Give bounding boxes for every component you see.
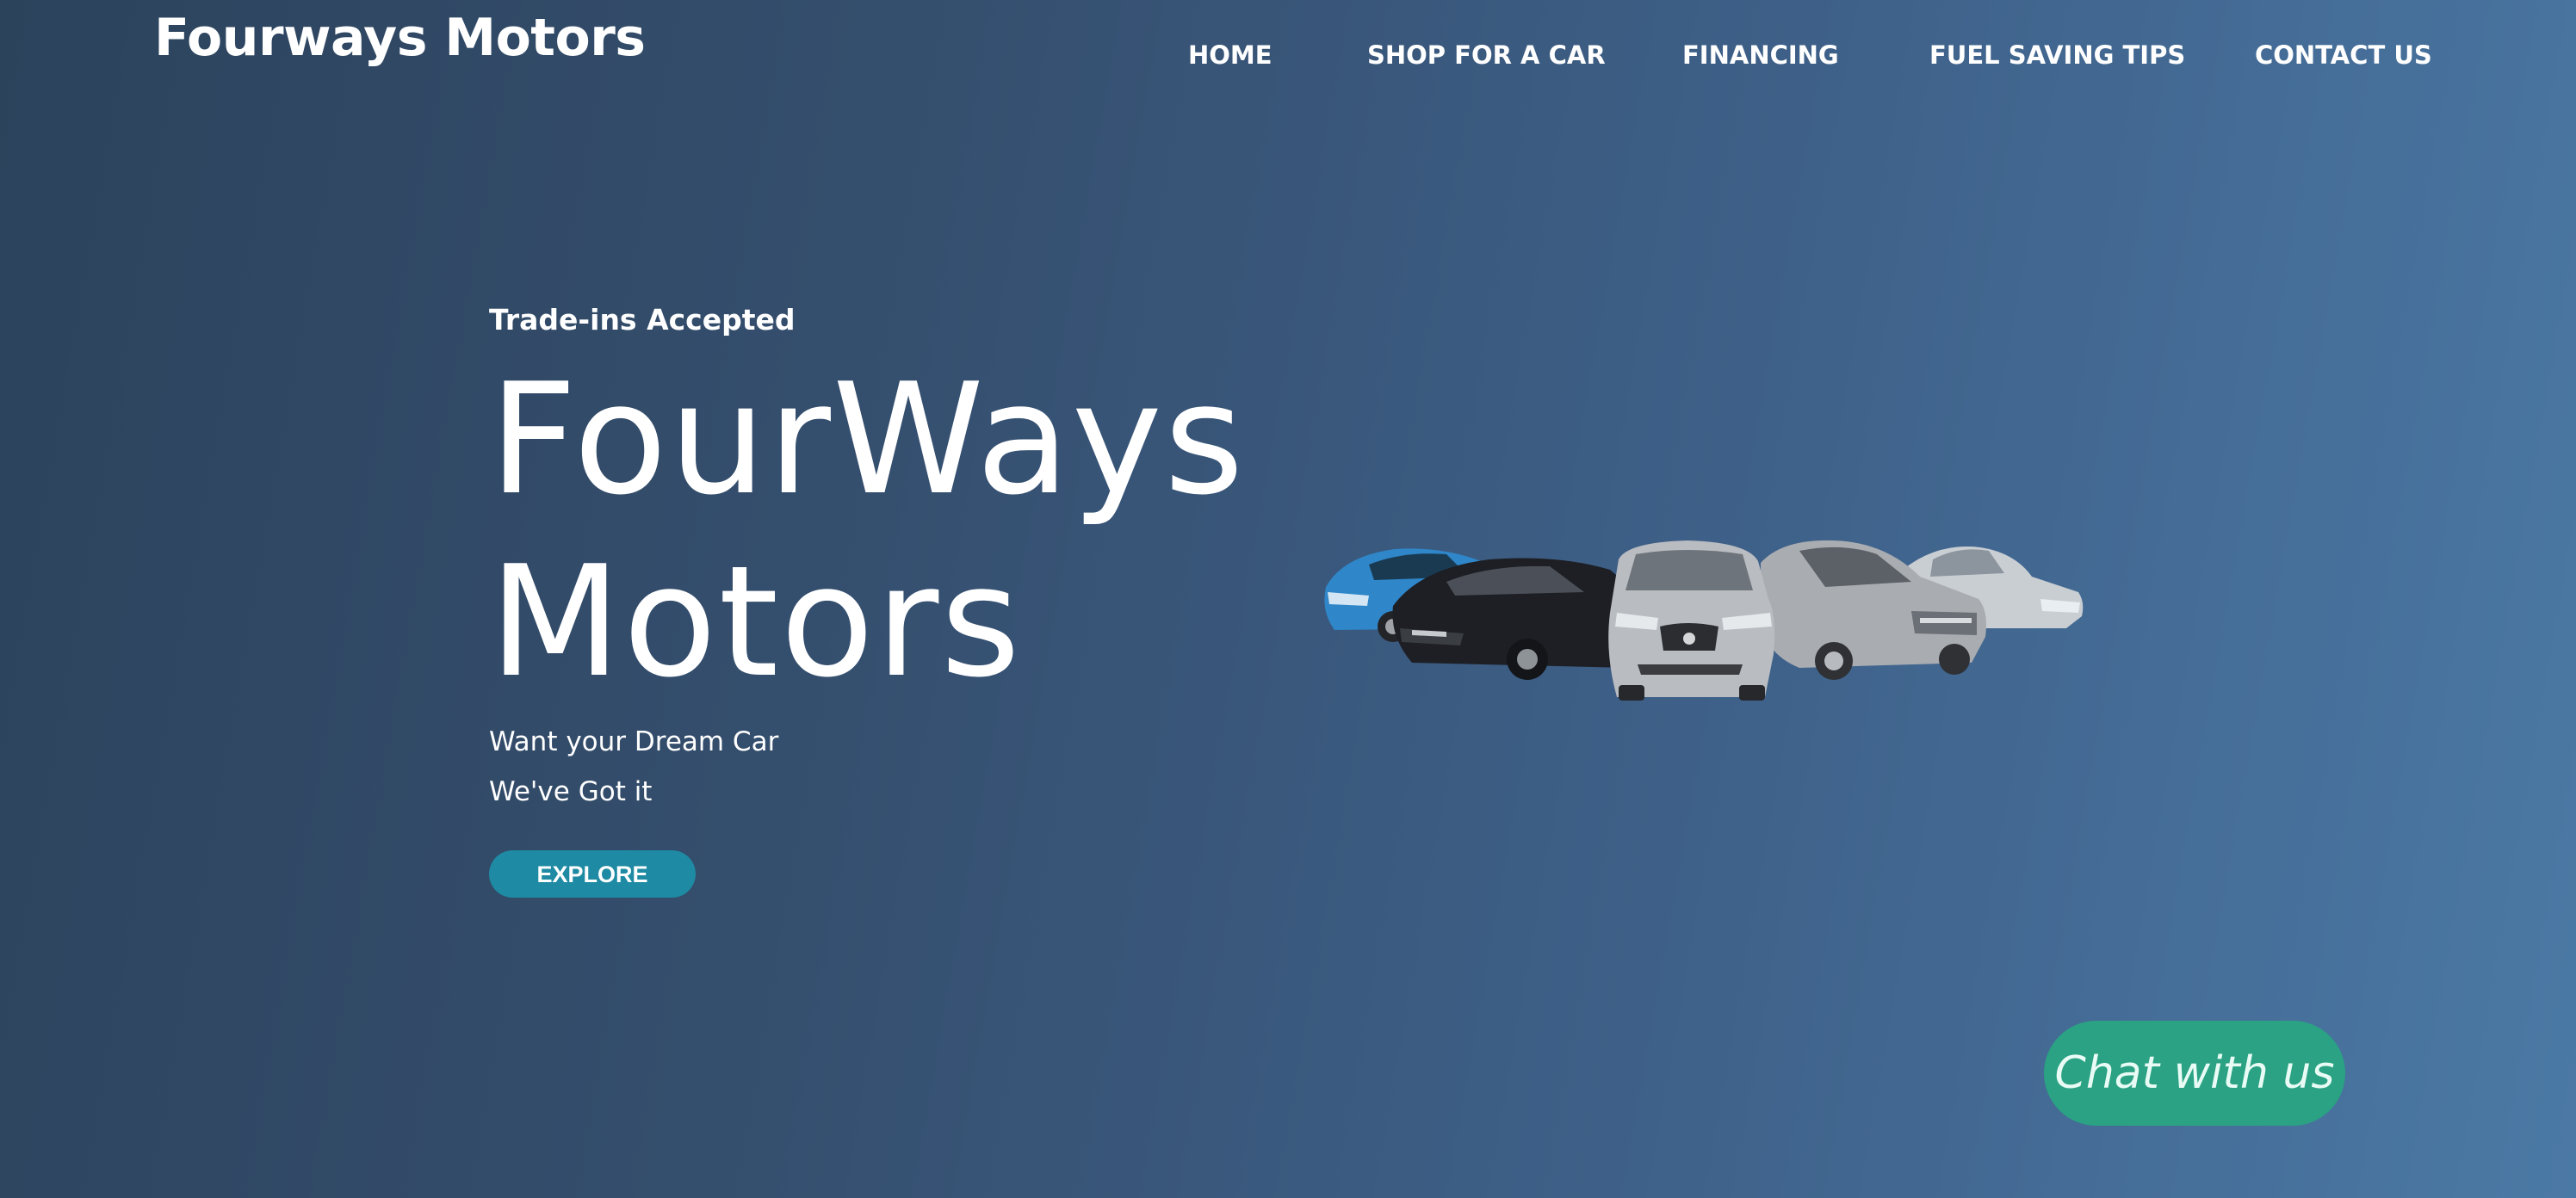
- explore-button[interactable]: EXPLORE: [489, 850, 696, 898]
- car-silver-front: [1608, 540, 1775, 701]
- hero-title-line-1: FourWays: [489, 350, 1246, 528]
- nav-financing[interactable]: FINANCING: [1682, 34, 1839, 76]
- nav-fuel-saving-tips[interactable]: FUEL SAVING TIPS: [1929, 34, 2185, 76]
- nav-shop-for-a-car[interactable]: SHOP FOR A CAR: [1367, 34, 1606, 76]
- hero-subline-2: We've Got it: [489, 776, 653, 807]
- hero-subline-1: Want your Dream Car: [489, 726, 779, 757]
- hero-title-line-2: Motors: [489, 533, 1023, 711]
- chat-with-us-button[interactable]: Chat with us: [2044, 1021, 2345, 1126]
- nav-home[interactable]: HOME: [1188, 34, 1273, 76]
- hero-eyebrow: Trade-ins Accepted: [489, 303, 796, 337]
- main-nav: HOME SHOP FOR A CAR FINANCING FUEL SAVIN…: [0, 34, 2576, 76]
- hero-title: FourWays Motors: [489, 349, 1246, 713]
- car-lineup-image: [1324, 540, 2084, 701]
- nav-contact-us[interactable]: CONTACT US: [2255, 34, 2432, 76]
